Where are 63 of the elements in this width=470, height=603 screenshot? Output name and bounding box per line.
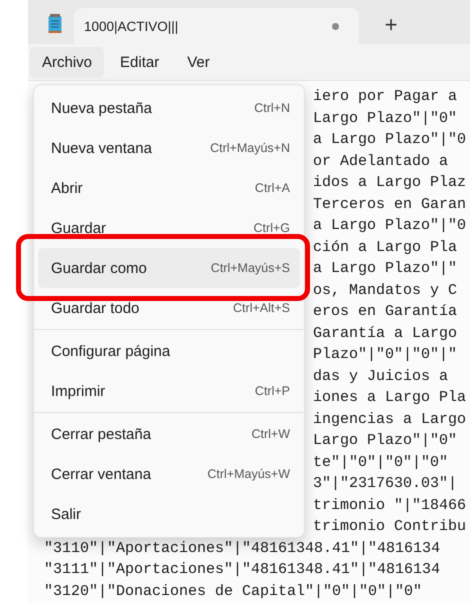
menu-item-label: Guardar como bbox=[51, 260, 147, 276]
text-line: "3120"|"Donaciones de Capital"|"0"|"0"|"0" bbox=[44, 582, 422, 602]
text-line: Largo Plazo"|"0" bbox=[313, 431, 458, 451]
shortcut-label: Ctrl+Mayús+N bbox=[210, 141, 290, 155]
menu-item[interactable]: Guardar Ctrl+G bbox=[38, 208, 300, 248]
text-line: a Largo Plazo"|"0 bbox=[313, 216, 466, 236]
shortcut-label: Ctrl+W bbox=[251, 427, 290, 441]
text-line: idos a Largo Plaz bbox=[313, 173, 466, 193]
menu-bar-item[interactable]: Ver bbox=[175, 46, 222, 78]
text-line: a Largo Plazo"|"0 bbox=[313, 130, 466, 150]
menu-item-label: Cerrar pestaña bbox=[51, 426, 152, 442]
document-tab[interactable]: 1000|ACTIVO||| bbox=[74, 8, 359, 44]
text-line: os, Mandatos y C bbox=[313, 280, 458, 300]
text-line: Terceros en Garan bbox=[313, 194, 466, 214]
text-line: Plazo"|"0"|"0"|" bbox=[313, 345, 458, 365]
menu-item-label: Guardar bbox=[51, 220, 106, 236]
text-line: ción a Largo Pla bbox=[313, 238, 458, 258]
text-line: 3"|"2317630.03"| bbox=[313, 474, 458, 494]
notepad-icon bbox=[48, 14, 62, 34]
text-line: te"|"0"|"0"|"0" bbox=[313, 452, 448, 472]
text-line: Largo Plazo"|"0" bbox=[313, 108, 458, 128]
menu-item[interactable]: Cerrar pestaña Ctrl+W bbox=[38, 414, 300, 454]
text-line: a Largo Plazo"|" bbox=[313, 259, 458, 279]
shortcut-label: Ctrl+Mayús+W bbox=[207, 467, 290, 481]
text-line: Garantía a Largo bbox=[313, 324, 458, 344]
menu-item[interactable]: Configurar página bbox=[38, 331, 300, 371]
unsaved-dot-icon bbox=[332, 22, 339, 30]
menu-item-label: Guardar todo bbox=[51, 300, 140, 316]
menu-item[interactable]: Guardar todo Ctrl+Alt+S bbox=[38, 288, 300, 328]
text-line: "3111"|"Aportaciones"|"48161348.41"|"4816134 bbox=[44, 560, 440, 580]
tab-title: 1000|ACTIVO||| bbox=[84, 18, 180, 34]
menu-item-label: Nueva ventana bbox=[51, 140, 152, 156]
text-line: eros en Garantía bbox=[313, 302, 458, 322]
text-line: trimonio "|"18466 bbox=[313, 496, 466, 516]
menu-item[interactable]: Cerrar ventana Ctrl+Mayús+W bbox=[38, 454, 300, 494]
menu-item[interactable]: Guardar como Ctrl+Mayús+S bbox=[38, 248, 300, 288]
menu-item-label: Abrir bbox=[51, 180, 83, 196]
shortcut-label: Ctrl+A bbox=[254, 181, 290, 195]
text-line: ingencias a Largo bbox=[313, 410, 466, 430]
menu-item[interactable]: Nueva pestaña Ctrl+N bbox=[38, 88, 300, 128]
shortcut-label: Ctrl+G bbox=[254, 221, 290, 235]
shortcut-label: Ctrl+P bbox=[254, 384, 290, 398]
text-line: iero por Pagar a bbox=[313, 87, 458, 107]
shortcut-label: Ctrl+N bbox=[254, 101, 290, 115]
menu-item-label: Salir bbox=[51, 506, 82, 522]
menu-item[interactable]: Abrir Ctrl+A bbox=[38, 168, 300, 208]
new-tab-button[interactable]: + bbox=[371, 10, 411, 40]
menu-item[interactable]: Nueva ventana Ctrl+Mayús+N bbox=[38, 128, 300, 168]
text-line: das y Juicios a bbox=[313, 366, 448, 386]
text-line: iones a Largo Pla bbox=[313, 388, 466, 408]
menu-item-label: Cerrar ventana bbox=[51, 466, 152, 482]
menu-item[interactable]: Imprimir Ctrl+P bbox=[38, 371, 300, 411]
menu-item-label: Imprimir bbox=[51, 382, 106, 400]
text-line: "3110"|"Aportaciones"|"48161348.41"|"4816134 bbox=[44, 538, 440, 558]
menu-bar-item[interactable]: Editar bbox=[108, 46, 172, 78]
shortcut-label: Ctrl+Mayús+S bbox=[210, 261, 290, 275]
text-line: trimonio Contribu bbox=[313, 517, 466, 537]
text-line: or Adelantado a bbox=[313, 152, 448, 172]
shortcut-label: Ctrl+Alt+S bbox=[233, 301, 290, 315]
menu-item-label: Configurar página bbox=[51, 342, 170, 360]
menu-bar-item[interactable]: Archivo bbox=[30, 46, 104, 78]
menu-item-label: Nueva pestaña bbox=[51, 100, 152, 116]
menu-item[interactable]: Salir bbox=[38, 494, 300, 534]
